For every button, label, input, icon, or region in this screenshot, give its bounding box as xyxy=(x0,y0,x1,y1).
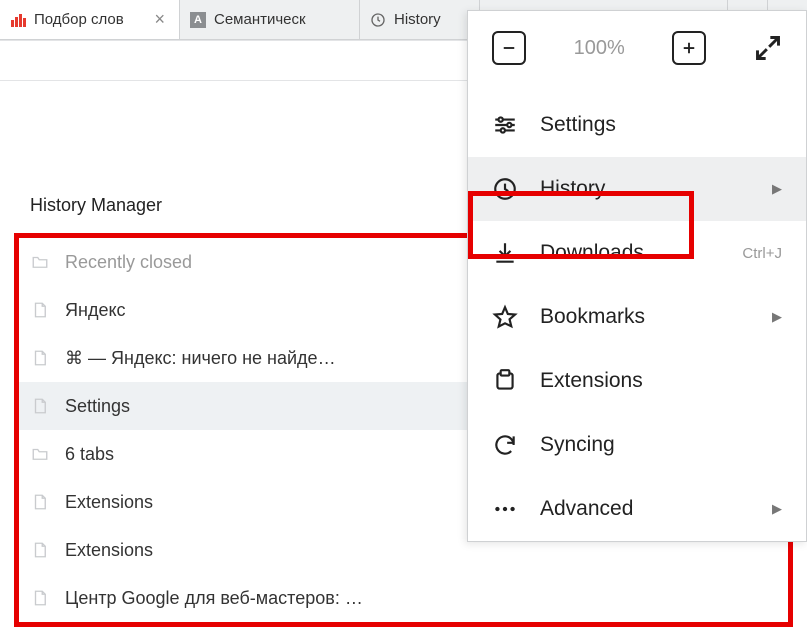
menu-item-shortcut: Ctrl+J xyxy=(742,245,782,262)
tab-semanticheskaya[interactable]: A Семантическ xyxy=(180,0,360,39)
history-item-label: Recently closed xyxy=(65,252,192,273)
menu-item-extensions[interactable]: Extensions xyxy=(468,349,806,413)
menu-item-label: History xyxy=(540,177,605,201)
dots-icon xyxy=(492,496,518,522)
menu-item-label: Bookmarks xyxy=(540,305,645,329)
menu-item-label: Advanced xyxy=(540,497,633,521)
folder-icon xyxy=(31,443,49,465)
file-icon xyxy=(31,299,49,321)
menu-item-settings[interactable]: Settings xyxy=(468,93,806,157)
menu-item-history[interactable]: History ▶ xyxy=(468,157,806,221)
tab-label: History xyxy=(394,11,469,28)
sliders-icon xyxy=(492,112,518,138)
tab-label: Семантическ xyxy=(214,11,349,28)
menu-item-label: Extensions xyxy=(540,369,643,393)
download-icon xyxy=(492,240,518,266)
history-item-label: Яндекс xyxy=(65,300,126,321)
main-menu-panel: 100% Settings History ▶ Downloads Ctrl+J… xyxy=(467,10,807,542)
file-icon xyxy=(31,347,49,369)
sync-icon xyxy=(492,432,518,458)
history-item-label: Центр Google для веб-мастеров: … xyxy=(65,588,363,609)
menu-item-downloads[interactable]: Downloads Ctrl+J xyxy=(468,221,806,285)
close-icon[interactable]: × xyxy=(150,9,169,30)
chevron-right-icon: ▶ xyxy=(772,181,782,197)
history-item-label: Extensions xyxy=(65,540,153,561)
letter-a-favicon: A xyxy=(190,12,206,28)
history-item-label: ⌘ — Яндекс: ничего не найде… xyxy=(65,348,336,369)
chevron-right-icon: ▶ xyxy=(772,309,782,325)
extensions-icon xyxy=(492,368,518,394)
tab-label: Подбор слов xyxy=(34,11,142,28)
zoom-in-button[interactable] xyxy=(672,31,706,65)
history-manager-label: History Manager xyxy=(30,195,162,216)
yandex-wordstat-favicon xyxy=(10,12,26,28)
clock-favicon xyxy=(370,12,386,28)
file-icon xyxy=(31,587,49,609)
chevron-right-icon: ▶ xyxy=(772,501,782,517)
tab-podbor-slov[interactable]: Подбор слов × xyxy=(0,0,180,39)
fullscreen-button[interactable] xyxy=(754,34,782,62)
menu-item-label: Downloads xyxy=(540,241,644,265)
file-icon xyxy=(31,395,49,417)
zoom-out-button[interactable] xyxy=(492,31,526,65)
history-item-label: Extensions xyxy=(65,492,153,513)
zoom-level-label: 100% xyxy=(574,37,625,60)
file-icon xyxy=(31,539,49,561)
history-item-label: 6 tabs xyxy=(65,444,114,465)
folder-icon xyxy=(31,251,49,273)
file-icon xyxy=(31,491,49,513)
clock-icon xyxy=(492,176,518,202)
zoom-row: 100% xyxy=(468,11,806,93)
tab-history[interactable]: History xyxy=(360,0,480,39)
history-item-google-webmasters[interactable]: Центр Google для веб-мастеров: … xyxy=(19,574,788,622)
menu-item-bookmarks[interactable]: Bookmarks ▶ xyxy=(468,285,806,349)
menu-item-advanced[interactable]: Advanced ▶ xyxy=(468,477,806,541)
menu-item-label: Settings xyxy=(540,113,616,137)
menu-item-label: Syncing xyxy=(540,433,615,457)
menu-item-syncing[interactable]: Syncing xyxy=(468,413,806,477)
history-item-label: Settings xyxy=(65,396,130,417)
star-icon xyxy=(492,304,518,330)
